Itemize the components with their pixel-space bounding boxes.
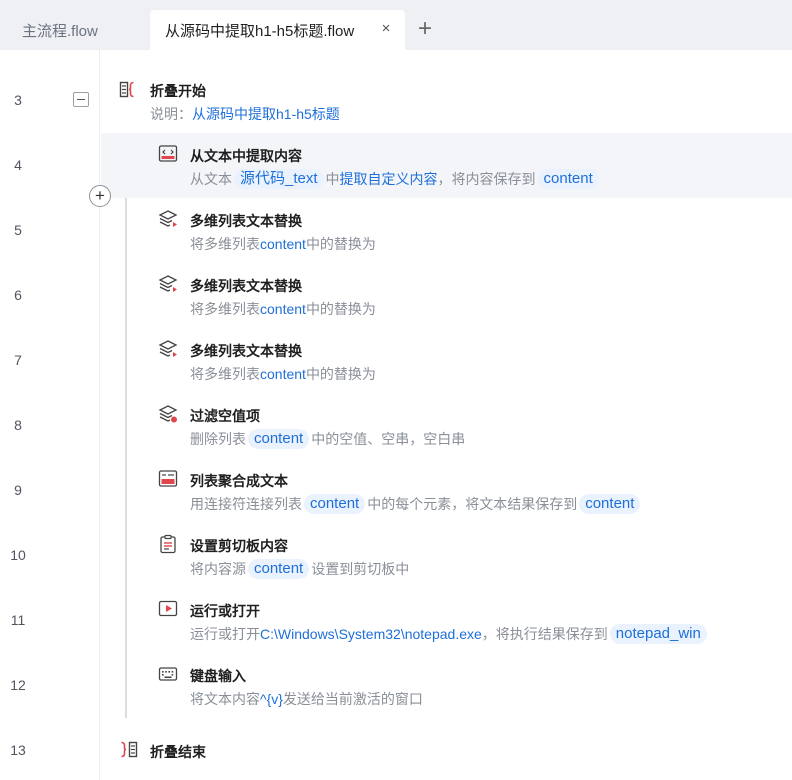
step-description: 将多维列表 content 中的替换为 (190, 236, 376, 252)
tab-label: 从源码中提取h1-h5标题.flow (165, 22, 355, 40)
line-number: 8 (14, 417, 22, 433)
variable-chip: notepad_win (609, 624, 707, 644)
step-description: 从文本 源代码_text 中提取自定义内容 ，将内容保存到 content (190, 169, 601, 189)
step-title: 折叠结束 (150, 744, 206, 760)
step-title: 从文本中提取内容 (190, 148, 302, 164)
close-icon[interactable]: × (378, 21, 394, 37)
list-join-icon (158, 470, 178, 487)
step-description: 将文本内容 ^{v} 发送给当前激活的窗口 (190, 691, 423, 707)
step-title: 多维列表文本替换 (190, 213, 302, 229)
line-number: 10 (10, 547, 26, 563)
line-number: 3 (14, 92, 22, 108)
line-number: 5 (14, 222, 22, 238)
tab-extract-headings-flow[interactable]: 从源码中提取h1-h5标题.flow × (150, 10, 405, 50)
layers-replace-icon (158, 340, 178, 357)
tab-main-flow[interactable]: 主流程.flow (0, 10, 150, 50)
step-title: 列表聚合成文本 (190, 473, 288, 489)
step-title: 多维列表文本替换 (190, 343, 302, 359)
variable-chip: 源代码_text (234, 169, 324, 189)
fold-start-row[interactable]: 折叠开始 说明： 从源码中提取h1-h5标题 (101, 68, 792, 133)
layers-filter-icon (158, 405, 178, 423)
layers-replace-icon (158, 275, 178, 292)
variable-chip: content (304, 494, 366, 514)
tab-label: 主流程.flow (22, 22, 98, 40)
line-number: 6 (14, 287, 22, 303)
step-description: 用连接符连接列表 content 中的每个元素，将文本结果保存到 content (190, 494, 642, 514)
step-description: 将多维列表 content 中的替换为 (190, 366, 376, 382)
variable-chip: content (579, 494, 641, 514)
layers-replace-icon (158, 210, 178, 227)
variable-chip: content (537, 169, 599, 189)
step-title: 运行或打开 (190, 603, 260, 619)
line-number: 9 (14, 482, 22, 498)
variable-chip: content (248, 429, 310, 449)
line-number: 13 (10, 742, 26, 758)
add-tab-icon[interactable]: + (413, 17, 437, 42)
line-number: 4 (14, 157, 22, 173)
fold-start-icon (119, 81, 134, 98)
step-title: 键盘输入 (190, 668, 246, 684)
step-title: 设置剪切板内容 (190, 538, 288, 554)
extract-text-icon (158, 145, 178, 162)
step-description: 将多维列表 content 中的替换为 (190, 301, 376, 317)
step-title: 多维列表文本替换 (190, 278, 302, 294)
fold-end-row[interactable]: 折叠结束 (101, 718, 792, 780)
step-title: 折叠开始 (150, 83, 206, 99)
keyboard-icon (158, 667, 178, 681)
line-number: 11 (10, 612, 26, 628)
line-number: 12 (10, 677, 26, 693)
variable-chip: content (248, 559, 310, 579)
fold-note: 说明： 从源码中提取h1-h5标题 (150, 106, 340, 122)
line-number: 7 (14, 352, 22, 368)
fold-end-icon (121, 741, 138, 758)
step-description: 将内容源 content 设置到剪切板中 (190, 559, 410, 579)
step-description: 删除列表 content 中的空值、空串，空白串 (190, 429, 466, 449)
run-open-icon (158, 600, 178, 617)
collapse-toggle-icon[interactable] (73, 92, 89, 107)
step-title: 过滤空值项 (190, 408, 260, 424)
tab-bar: 主流程.flow 从源码中提取h1-h5标题.flow × + (0, 0, 792, 50)
step-description: 运行或打开 C:\Windows\System32\notepad.exe ，将执行… (190, 624, 709, 644)
clipboard-icon (160, 534, 176, 554)
